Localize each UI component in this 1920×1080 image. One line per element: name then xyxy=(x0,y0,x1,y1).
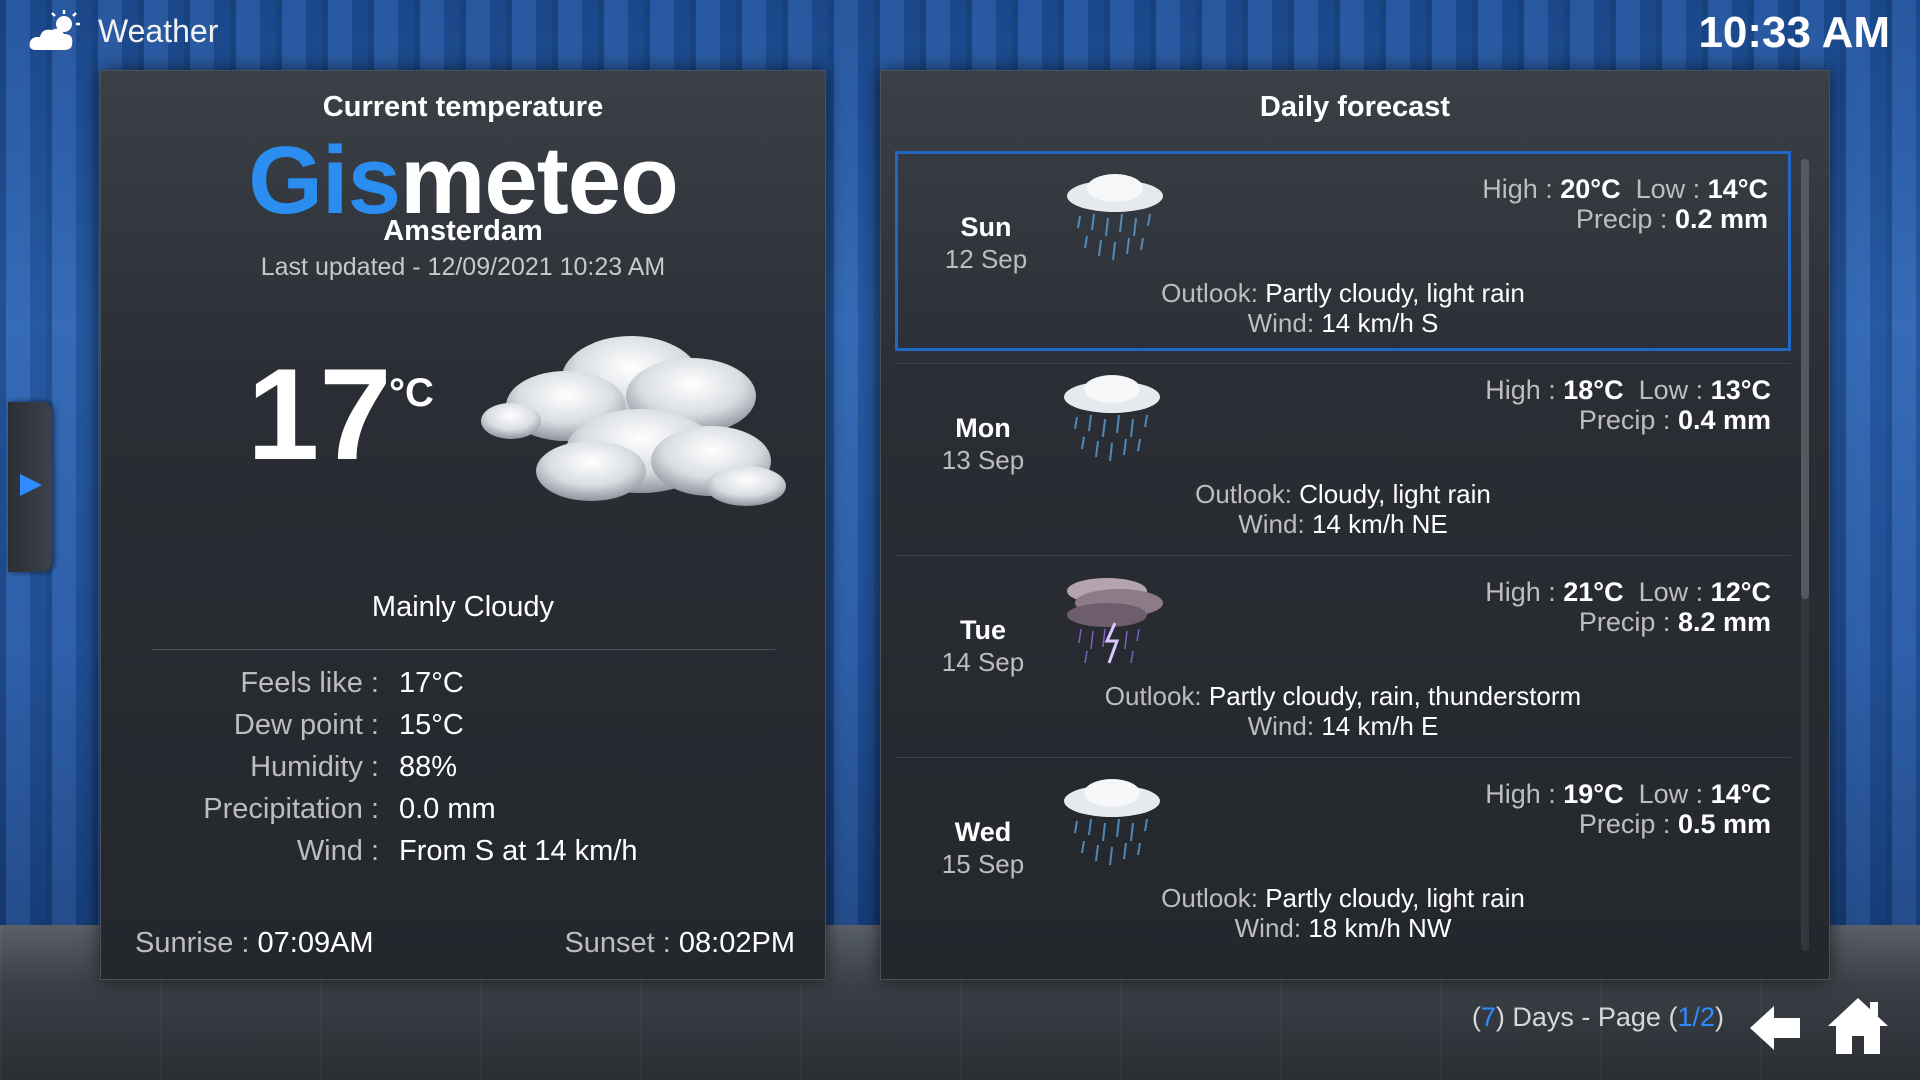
page-indicator: (7) Days - Page (1/2) xyxy=(1471,1002,1724,1032)
forecast-scrollbar[interactable] xyxy=(1801,159,1809,951)
sunset: Sunset : 08:02PM xyxy=(564,927,795,959)
forecast-day-item[interactable]: Mon 13 Sep High : 18°C Low : 13°C Precip… xyxy=(895,355,1791,555)
clock: 10:33 AM xyxy=(1698,8,1890,57)
divider xyxy=(151,649,775,650)
rain-cloud-icon xyxy=(1064,375,1160,462)
forecast-day-item[interactable]: Tue 14 Sep High : 21°C Low : 12°C Precip… xyxy=(895,557,1791,757)
divider xyxy=(895,555,1791,556)
current-temperature: 17 xyxy=(247,341,392,487)
current-panel-title: Current temperature xyxy=(322,91,604,123)
last-updated: Last updated - 12/09/2021 10:23 AM xyxy=(260,253,666,281)
scrollbar-thumb[interactable] xyxy=(1801,159,1809,599)
side-menu-tab[interactable] xyxy=(8,402,52,572)
daily-forecast-panel: Daily forecast Sun 12 Sep High : 20°C Lo… xyxy=(880,70,1830,980)
city-name: Amsterdam xyxy=(383,215,543,247)
sunrise: Sunrise : 07:09AM xyxy=(135,927,374,959)
temperature-unit: °C xyxy=(389,371,434,415)
app-title: Weather xyxy=(98,12,219,49)
detail-humidity: Humidity : 88% xyxy=(250,751,458,783)
home-icon[interactable] xyxy=(1826,994,1890,1058)
chevron-right-icon xyxy=(20,474,42,496)
cloud-sun-icon xyxy=(29,10,80,50)
detail-dew-point: Dew point : 15°C xyxy=(233,709,464,741)
detail-feels-like: Feels like : 17°C xyxy=(240,667,464,699)
forecast-panel-title: Daily forecast xyxy=(1259,91,1451,123)
current-conditions-panel: Current temperature Gismeteo Amsterdam L… xyxy=(100,70,826,980)
thunderstorm-icon xyxy=(1067,578,1163,664)
rain-cloud-icon xyxy=(1064,779,1160,866)
rain-cloud-icon xyxy=(1067,174,1163,261)
forecast-day-item[interactable]: Sun 12 Sep High : 20°C Low : 14°C Precip… xyxy=(895,151,1791,351)
divider xyxy=(895,757,1791,758)
forecast-day-item[interactable]: Wed 15 Sep High : 19°C Low : 14°C Precip… xyxy=(895,759,1791,959)
detail-wind: Wind : From S at 14 km/h xyxy=(296,835,638,867)
current-condition: Mainly Cloudy xyxy=(371,591,555,623)
cloudy-icon xyxy=(481,336,786,506)
app-header: Weather xyxy=(28,10,218,52)
back-arrow-icon[interactable] xyxy=(1748,1000,1804,1056)
detail-precipitation: Precipitation : 0.0 mm xyxy=(203,793,496,825)
